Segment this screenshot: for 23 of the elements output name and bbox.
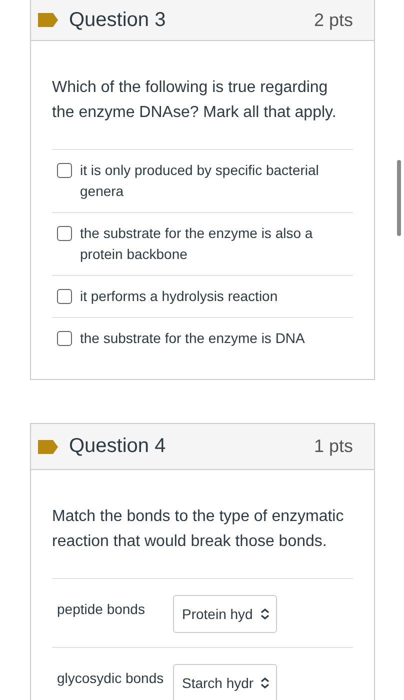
question-title: Question 4 [69, 435, 167, 458]
dropdown-select[interactable]: Starch hydr [173, 664, 277, 700]
option-label: it performs a hydrolysis reaction [80, 287, 278, 306]
updown-chevron-icon [260, 608, 270, 620]
question-text: Match the bonds to the type of enzymatic reaction that would break those bonds. [52, 507, 345, 552]
checkbox[interactable] [57, 226, 72, 241]
scrollbar[interactable] [397, 160, 401, 236]
checkbox[interactable] [57, 289, 72, 304]
match-label: peptide bonds [57, 601, 146, 617]
updown-chevron-icon [260, 677, 270, 689]
question-title: Question 3 [69, 8, 167, 32]
points-label: 2 pts [314, 10, 353, 30]
match-label: glycosydic bonds [57, 670, 165, 686]
dropdown-select[interactable]: Protein hyd [173, 595, 277, 633]
points-label: 1 pts [314, 436, 353, 457]
checkbox[interactable] [57, 331, 72, 346]
question-text: Which of the following is true regarding the enzyme DNAse? Mark all that apply. [52, 78, 338, 123]
flag-icon [37, 438, 59, 454]
checkbox[interactable] [57, 163, 72, 178]
flag-icon [37, 12, 59, 28]
option-label: the substrate for the enzyme is DNA [80, 329, 305, 348]
option-label: it is only produced by specific bacterial genera [80, 161, 320, 201]
option-label: the substrate for the enzyme is also a protein backbone [80, 224, 314, 264]
